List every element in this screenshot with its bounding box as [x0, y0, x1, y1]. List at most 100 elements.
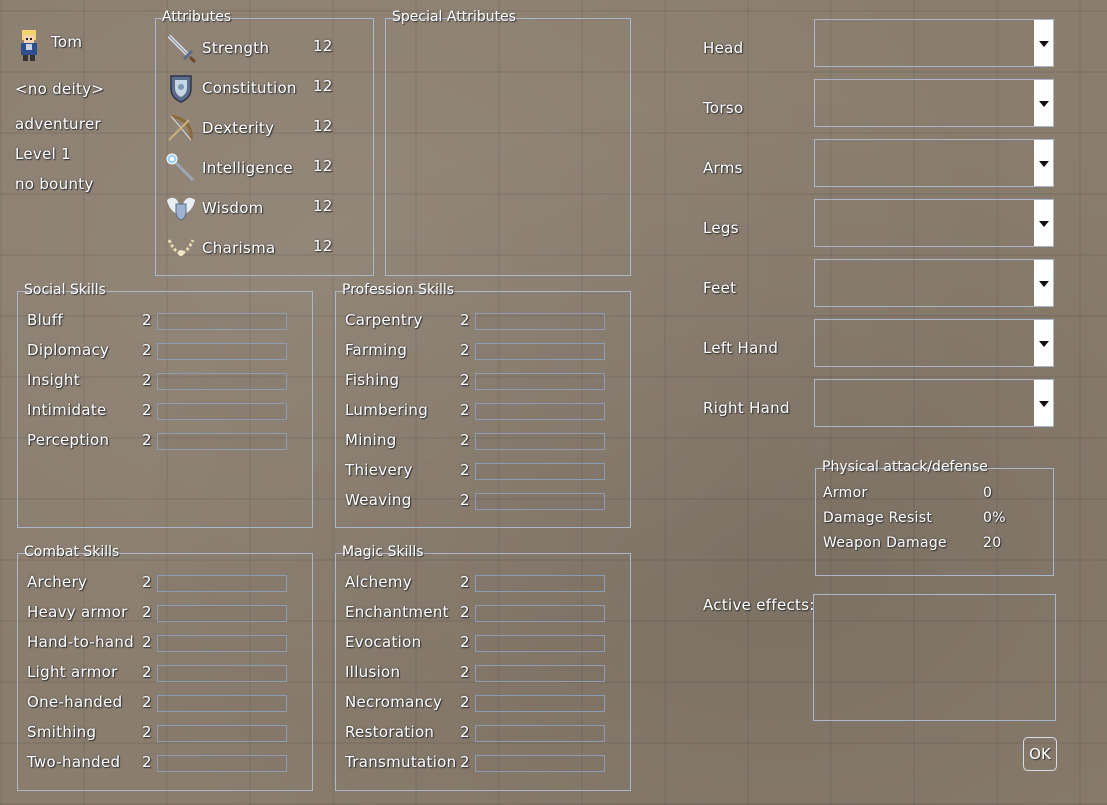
attribute-value: 12	[313, 77, 333, 95]
skill-progress-bar	[157, 725, 287, 742]
physical-stat-value: 0%	[983, 510, 1006, 526]
chevron-down-icon[interactable]	[1034, 320, 1053, 366]
equip-label-left-hand: Left Hand	[703, 339, 779, 357]
chevron-down-icon[interactable]	[1034, 260, 1053, 306]
skill-name: Weaving	[345, 491, 412, 509]
skill-value: 2	[460, 461, 470, 479]
skill-name: Insight	[27, 371, 80, 389]
skill-value: 2	[460, 663, 470, 681]
skill-value: 2	[142, 663, 152, 681]
skill-value: 2	[142, 311, 152, 329]
skill-progress-bar	[475, 635, 605, 652]
profession-skills-title: Profession Skills	[342, 282, 455, 298]
chevron-down-icon[interactable]	[1034, 80, 1053, 126]
skill-progress-bar	[475, 755, 605, 772]
character-deity: <no deity>	[15, 80, 105, 98]
chevron-down-icon[interactable]	[1034, 380, 1053, 426]
attribute-value: 12	[313, 117, 333, 135]
character-class: adventurer	[15, 115, 101, 133]
skill-progress-bar	[475, 403, 605, 420]
skill-name: Illusion	[345, 663, 401, 681]
chevron-down-icon[interactable]	[1034, 200, 1053, 246]
special-attributes-title: Special Attributes	[392, 9, 517, 25]
skill-value: 2	[460, 491, 470, 509]
skill-name: Thievery	[345, 461, 413, 479]
equip-slot-feet[interactable]	[814, 259, 1054, 307]
attribute-value: 12	[313, 157, 333, 175]
attribute-name: Charisma	[202, 239, 276, 257]
skill-progress-bar	[157, 433, 287, 450]
attribute-value: 12	[313, 197, 333, 215]
equip-label-feet: Feet	[703, 279, 737, 297]
equip-slot-head[interactable]	[814, 19, 1054, 67]
shield-icon	[165, 72, 197, 104]
skill-value: 2	[460, 341, 470, 359]
skill-progress-bar	[157, 373, 287, 390]
skill-progress-bar	[475, 575, 605, 592]
attribute-name: Intelligence	[202, 159, 293, 177]
skill-name: Two-handed	[27, 753, 121, 771]
skill-progress-bar	[475, 313, 605, 330]
skill-name: Alchemy	[345, 573, 412, 591]
skill-value: 2	[142, 341, 152, 359]
skill-name: Lumbering	[345, 401, 429, 419]
skill-progress-bar	[157, 403, 287, 420]
skill-progress-bar	[475, 695, 605, 712]
equip-label-legs: Legs	[703, 219, 739, 237]
attribute-name: Constitution	[202, 79, 297, 97]
skill-value: 2	[460, 633, 470, 651]
skill-name: Smithing	[27, 723, 97, 741]
skill-value: 2	[142, 431, 152, 449]
skill-value: 2	[460, 693, 470, 711]
skill-progress-bar	[157, 665, 287, 682]
physical-stat-value: 20	[983, 535, 1002, 551]
skill-name: Heavy armor	[27, 603, 128, 621]
attribute-value: 12	[313, 237, 333, 255]
skill-value: 2	[460, 753, 470, 771]
sword-icon	[165, 32, 197, 64]
equip-label-head: Head	[703, 39, 744, 57]
skill-progress-bar	[157, 755, 287, 772]
skill-name: Enchantment	[345, 603, 449, 621]
attribute-value: 12	[313, 37, 333, 55]
attribute-name: Wisdom	[202, 199, 264, 217]
equip-slot-torso[interactable]	[814, 79, 1054, 127]
attribute-name: Dexterity	[202, 119, 275, 137]
skill-value: 2	[142, 633, 152, 651]
equip-slot-right-hand[interactable]	[814, 379, 1054, 427]
equip-slot-left-hand[interactable]	[814, 319, 1054, 367]
skill-name: Transmutation	[345, 753, 457, 771]
skill-progress-bar	[475, 343, 605, 360]
skill-name: Intimidate	[27, 401, 107, 419]
active-effects-box	[813, 594, 1056, 721]
skill-progress-bar	[157, 313, 287, 330]
social-skills-title: Social Skills	[24, 282, 106, 298]
equip-label-arms: Arms	[703, 159, 743, 177]
skill-progress-bar	[157, 575, 287, 592]
skill-value: 2	[142, 371, 152, 389]
skill-progress-bar	[475, 665, 605, 682]
skill-value: 2	[142, 401, 152, 419]
skill-progress-bar	[157, 605, 287, 622]
skill-value: 2	[142, 723, 152, 741]
skill-name: Perception	[27, 431, 110, 449]
skill-name: Restoration	[345, 723, 435, 741]
character-level: Level 1	[15, 145, 72, 163]
equip-label-torso: Torso	[703, 99, 744, 117]
chevron-down-icon[interactable]	[1034, 140, 1053, 186]
skill-value: 2	[142, 693, 152, 711]
equip-slot-arms[interactable]	[814, 139, 1054, 187]
skill-value: 2	[460, 371, 470, 389]
ok-button[interactable]: OK	[1023, 737, 1057, 771]
wand-icon	[165, 152, 197, 184]
equip-slot-legs[interactable]	[814, 199, 1054, 247]
physical-stat-label: Armor	[823, 485, 868, 501]
skill-progress-bar	[157, 695, 287, 712]
skill-value: 2	[460, 723, 470, 741]
physical-stat-value: 0	[983, 485, 993, 501]
chevron-down-icon[interactable]	[1034, 20, 1053, 66]
skill-name: Light armor	[27, 663, 118, 681]
skill-value: 2	[142, 753, 152, 771]
skill-name: Bluff	[27, 311, 64, 329]
character-bounty: no bounty	[15, 175, 94, 193]
